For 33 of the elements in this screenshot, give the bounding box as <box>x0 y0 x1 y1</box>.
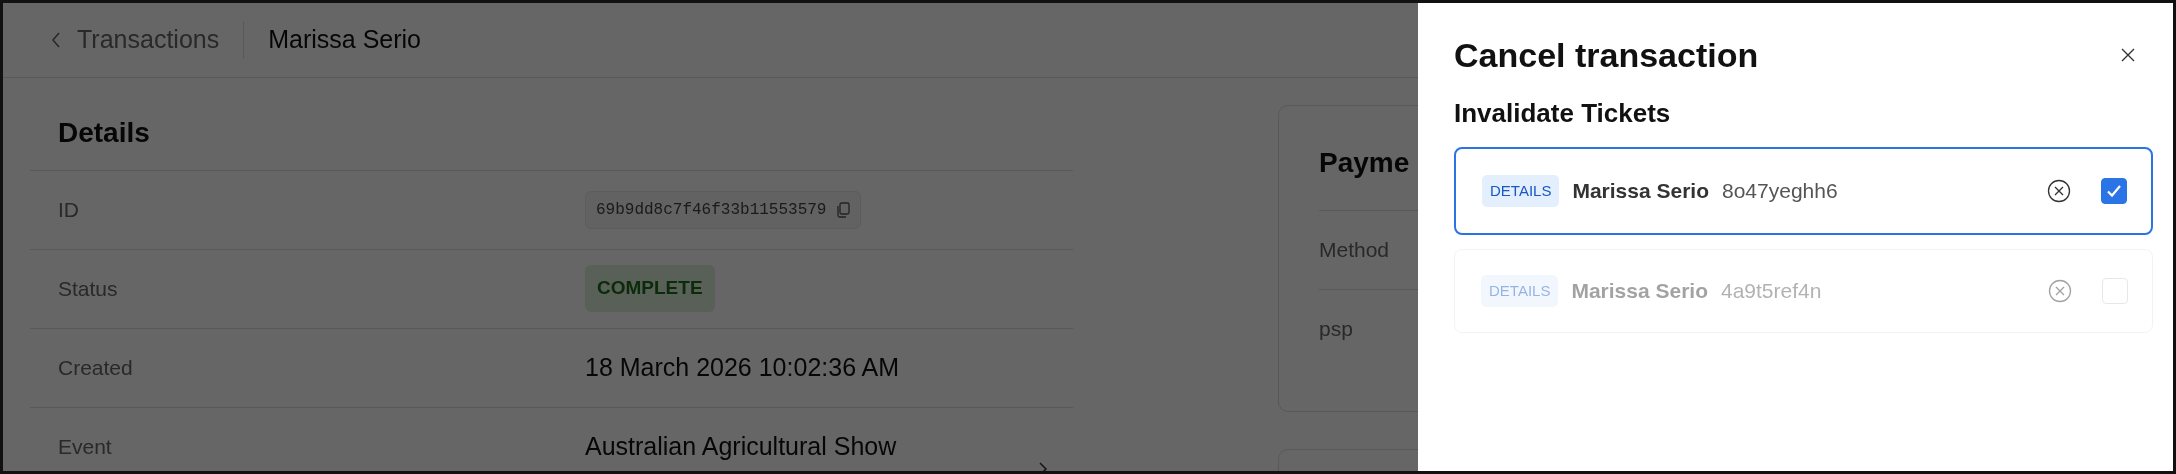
id-value: 69b9dd8c7f46f33b11553579 <box>596 199 827 221</box>
section-title: Invalidate Tickets <box>1454 97 1672 129</box>
dialog-title: Cancel transaction <box>1454 35 1759 76</box>
checkbox[interactable] <box>2101 178 2127 204</box>
ticket-name: Marissa Serio <box>1572 178 1709 205</box>
ticket-code: 8o47yeghh6 <box>1722 178 1838 205</box>
field-label: Status <box>57 275 119 302</box>
remove-button[interactable] <box>2047 179 2071 203</box>
field-label: Method <box>1319 236 1390 263</box>
ticket-tag: DETAILS <box>1482 174 1560 208</box>
copy-icon[interactable] <box>836 201 851 218</box>
status-badge: COMPLETE <box>585 265 715 312</box>
close-icon <box>2121 48 2135 63</box>
ticket-tag: DETAILS <box>1481 274 1559 308</box>
field-value: 18 March 2026 10:02:36 AM <box>585 351 900 383</box>
close-button[interactable] <box>2121 48 2135 63</box>
back-link[interactable]: Transactions <box>51 21 245 59</box>
field-label: psp <box>1319 315 1353 342</box>
chevron-left-icon <box>51 32 61 48</box>
section-title: Details <box>57 116 151 150</box>
ticket-row[interactable]: DETAILS Marissa Serio 8o47yeghh6 <box>1454 147 2153 235</box>
page-title: Marissa Serio <box>267 24 421 56</box>
field-label: Created <box>57 354 134 381</box>
field-label: ID <box>57 196 80 223</box>
ticket-name: Marissa Serio <box>1571 278 1708 305</box>
check-icon <box>2106 184 2122 198</box>
event-link[interactable]: Australian Agricultural Show <box>585 427 897 466</box>
close-circle-icon <box>2048 279 2072 303</box>
ticket-code: 4a9t5ref4n <box>1721 278 1822 305</box>
close-circle-icon <box>2047 179 2071 203</box>
field-label: Event <box>57 433 113 460</box>
section-title: Payme <box>1319 146 1411 180</box>
chevron-right-icon[interactable] <box>1039 461 1047 471</box>
